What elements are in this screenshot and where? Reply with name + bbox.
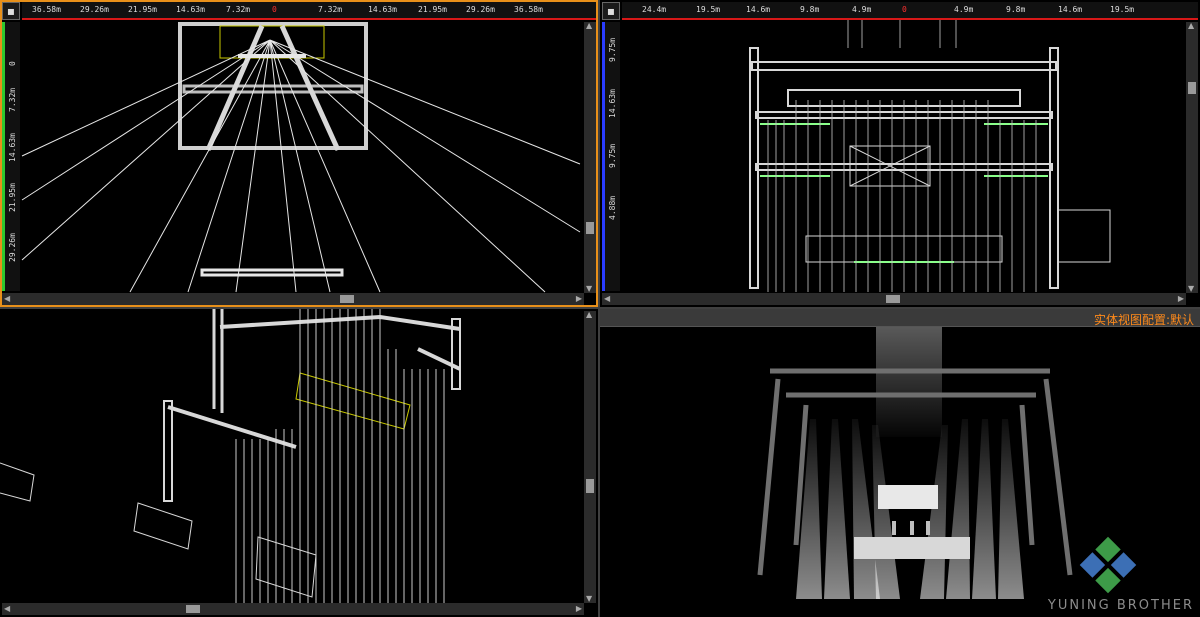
ruler-label: 9.8m <box>1006 5 1026 14</box>
ruler-label: 29.26m <box>466 5 495 14</box>
horizontal-ruler: 24.4m 19.5m 14.6m 9.8m 4.9m 0 4.9m 9.8m … <box>622 2 1198 20</box>
ruler-label: 7.32m <box>318 5 343 14</box>
ruler-label: 14.63m <box>176 5 205 14</box>
ruler-label: 0 <box>8 61 17 66</box>
render-config-title[interactable]: 实体视图配置:默认 <box>1094 311 1194 328</box>
render-titlebar: 实体视图配置:默认 <box>600 309 1200 327</box>
scroll-down-icon[interactable]: ▼ <box>586 283 592 295</box>
ruler-label: 19.5m <box>1110 5 1135 14</box>
ruler-label: 14.63m <box>608 89 617 118</box>
scroll-thumb[interactable] <box>186 605 200 613</box>
horizontal-ruler: 36.58m 29.26m 21.95m 14.63m 7.32m 0 7.32… <box>22 2 596 20</box>
vertical-ruler: 0 7.32m 14.63m 21.95m 29.26m <box>2 22 20 291</box>
scroll-thumb[interactable] <box>586 479 594 493</box>
scroll-up-icon[interactable]: ▲ <box>1188 20 1194 32</box>
scroll-right-icon[interactable]: ▶ <box>1178 293 1184 305</box>
ruler-label: 36.58m <box>32 5 61 14</box>
ruler-label: 4.9m <box>954 5 974 14</box>
viewport-menu-button[interactable]: ▪ <box>602 2 620 20</box>
ruler-label: 9.75m <box>608 143 617 168</box>
horizontal-scrollbar[interactable]: ◀ ▶ <box>2 293 584 305</box>
scroll-thumb[interactable] <box>586 222 594 234</box>
ruler-label: 7.32m <box>8 87 17 112</box>
watermark-text: YUNING BROTHER <box>1047 598 1194 613</box>
front-view-scene[interactable] <box>0 0 598 307</box>
scroll-thumb[interactable] <box>886 295 900 303</box>
vertical-scrollbar[interactable]: ▲ ▼ <box>584 20 596 295</box>
ruler-label: 29.26m <box>8 233 17 262</box>
scroll-up-icon[interactable]: ▲ <box>586 20 592 32</box>
ruler-label: 14.6m <box>746 5 771 14</box>
scroll-up-icon[interactable]: ▲ <box>586 309 592 321</box>
ruler-label: 21.95m <box>128 5 157 14</box>
ruler-label: 29.26m <box>80 5 109 14</box>
scroll-right-icon[interactable]: ▶ <box>576 603 582 615</box>
horizontal-scrollbar[interactable]: ◀ ▶ <box>602 293 1186 305</box>
scroll-thumb[interactable] <box>340 295 354 303</box>
ruler-label: 24.4m <box>642 5 667 14</box>
side-view-scene[interactable] <box>600 0 1200 307</box>
scroll-right-icon[interactable]: ▶ <box>576 293 582 305</box>
viewport-front[interactable]: ▪ 36.58m 29.26m 21.95m 14.63m 7.32m 0 7.… <box>0 0 598 307</box>
ruler-label: 4.88m <box>608 195 617 220</box>
ruler-label: 0 <box>902 5 907 14</box>
vertical-scrollbar[interactable]: ▲ ▼ <box>1186 20 1198 295</box>
ruler-label: 14.6m <box>1058 5 1083 14</box>
scroll-left-icon[interactable]: ◀ <box>604 293 610 305</box>
vertical-ruler: 9.75m 14.63m 9.75m 4.88m <box>602 22 620 291</box>
ruler-label: 9.75m <box>608 37 617 62</box>
ruler-label: 19.5m <box>696 5 721 14</box>
ruler-label: 14.63m <box>368 5 397 14</box>
viewport-side[interactable]: ▪ 24.4m 19.5m 14.6m 9.8m 4.9m 0 4.9m 9.8… <box>600 0 1200 307</box>
ruler-label: 9.8m <box>800 5 820 14</box>
ruler-label: 0 <box>272 5 277 14</box>
viewport-menu-button[interactable]: ▪ <box>2 2 20 20</box>
scroll-left-icon[interactable]: ◀ <box>4 603 10 615</box>
perspective-scene[interactable] <box>0 309 598 617</box>
ruler-label: 21.95m <box>418 5 447 14</box>
scroll-left-icon[interactable]: ◀ <box>4 293 10 305</box>
ruler-label: 36.58m <box>514 5 543 14</box>
scroll-down-icon[interactable]: ▼ <box>1188 283 1194 295</box>
vertical-scrollbar[interactable]: ▲ ▼ <box>584 309 596 605</box>
viewport-render[interactable]: 实体视图配置:默认 YUNING BROTHER <box>600 309 1200 617</box>
ruler-label: 7.32m <box>226 5 251 14</box>
ruler-label: 4.9m <box>852 5 872 14</box>
scroll-down-icon[interactable]: ▼ <box>586 593 592 605</box>
viewport-workspace: ▪ 36.58m 29.26m 21.95m 14.63m 7.32m 0 7.… <box>0 0 1200 617</box>
viewport-perspective[interactable]: ▲ ▼ ◀ ▶ <box>0 309 598 617</box>
horizontal-scrollbar[interactable]: ◀ ▶ <box>2 603 584 615</box>
ruler-label: 14.63m <box>8 133 17 162</box>
scroll-thumb[interactable] <box>1188 82 1196 94</box>
brand-logo-icon <box>1079 536 1137 594</box>
ruler-label: 21.95m <box>8 183 17 212</box>
